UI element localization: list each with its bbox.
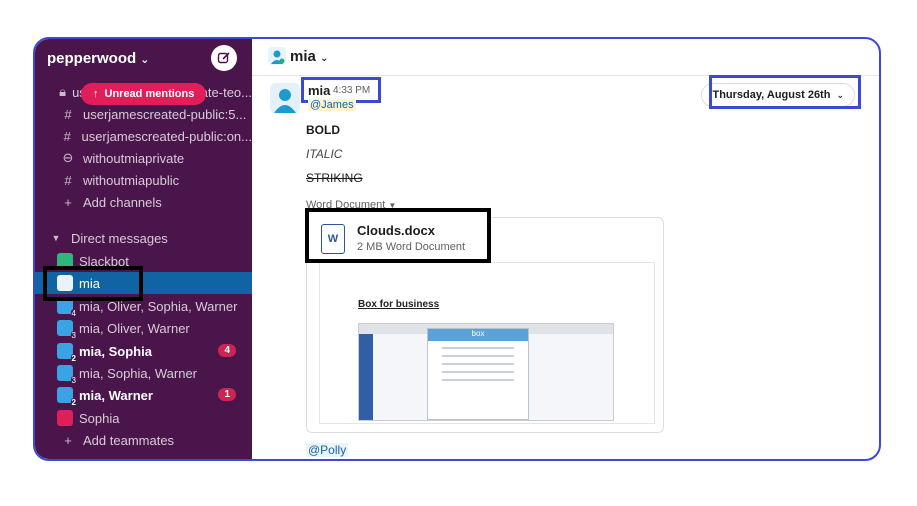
workspace-switcher[interactable]: pepperwood ⌄ <box>47 50 149 67</box>
sidebar-channel-public-5[interactable]: # userjamescreated-public:5... <box>35 103 252 125</box>
edit-icon <box>217 52 230 64</box>
preview-modal: box <box>427 328 529 420</box>
caret-down-icon: ▼ <box>51 233 61 243</box>
preview-title: Box for business <box>358 299 440 310</box>
compose-button[interactable] <box>211 45 237 71</box>
app-window: pepperwood⌄ 🔒︎userjamescreated-private-t… <box>33 37 881 461</box>
unread-mentions-button[interactable]: ↑ Unread mentions <box>81 83 207 105</box>
sidebar-channel-withoutmiaprivate[interactable]: ⊖ withoutmiaprivate <box>35 147 252 169</box>
file-header-highlight[interactable]: W Clouds.docx 2 MB Word Document <box>305 208 491 263</box>
highlight-box-date <box>709 75 861 109</box>
main-pane: mia ⌄ Thursday, August 26th ⌄ mia 4:33 PM… <box>252 39 879 459</box>
file-name[interactable]: Clouds.docx <box>357 223 435 238</box>
file-description: 2 MB Word Document <box>357 241 466 253</box>
hash-icon: # <box>64 106 72 122</box>
dm-group-mia-sophia-warner[interactable]: 3 mia, Sophia, Warner <box>35 362 252 384</box>
hash-icon: # <box>64 172 72 188</box>
dm-group-mia-sophia[interactable]: 2 mia, Sophia 4 <box>35 340 252 362</box>
chevron-down-icon: ⌄ <box>320 53 329 64</box>
preview-screenshot: box <box>358 323 614 421</box>
user-avatar-icon <box>268 47 286 65</box>
channel-header: mia ⌄ <box>252 39 879 76</box>
unread-badge: 1 <box>218 388 236 401</box>
author-avatar[interactable] <box>270 83 300 113</box>
strike-text: STRIKING <box>306 171 363 185</box>
file-preview[interactable]: Box for business box <box>319 262 655 424</box>
dm-group-mia-oliver-warner[interactable]: 3 mia, Oliver, Warner <box>35 317 252 339</box>
dm-group-mia-warner[interactable]: 2 mia, Warner 1 <box>35 384 252 406</box>
word-file-icon: W <box>321 224 345 254</box>
arrow-up-icon: ↑ <box>93 88 99 100</box>
italic-text: ITALIC <box>306 147 343 161</box>
sidebar-channel-public-on[interactable]: # userjamescreated-public:on... <box>35 125 252 147</box>
bold-text: BOLD <box>306 123 340 137</box>
dm-sophia[interactable]: Sophia <box>35 407 252 429</box>
plus-icon: + <box>64 432 72 448</box>
lock-icon: ⊖ <box>62 150 74 165</box>
lock-icon: 🔒︎ <box>59 84 66 99</box>
mention-james[interactable]: @James <box>308 99 356 111</box>
group-avatar-icon: 3 <box>57 320 77 339</box>
hash-icon: # <box>63 128 71 144</box>
group-avatar-icon: 2 <box>57 387 77 406</box>
user-avatar-icon <box>57 410 73 426</box>
group-avatar-icon: 3 <box>57 365 77 384</box>
channel-title-button[interactable]: mia ⌄ <box>290 48 328 65</box>
sidebar: pepperwood⌄ 🔒︎userjamescreated-private-t… <box>35 39 252 459</box>
add-channels-button[interactable]: + Add channels <box>35 191 252 213</box>
workspace-name: pepperwood <box>47 50 137 67</box>
plus-icon: + <box>64 194 72 210</box>
add-teammates-button[interactable]: + Add teammates <box>35 429 252 451</box>
chevron-down-icon: ⌄ <box>140 54 150 66</box>
group-avatar-icon: 2 <box>57 343 77 362</box>
sidebar-channel-withoutmiapublic[interactable]: # withoutmiapublic <box>35 169 252 191</box>
mention-polly[interactable]: @Polly <box>306 443 349 457</box>
unread-badge: 4 <box>218 344 236 357</box>
highlight-box-mia <box>43 266 143 301</box>
direct-messages-header[interactable]: ▼ Direct messages <box>35 227 252 249</box>
